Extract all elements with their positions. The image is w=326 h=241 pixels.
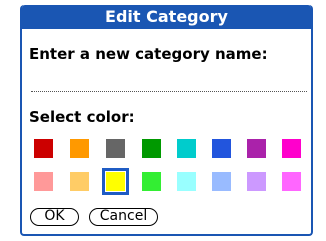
ok-button[interactable]: OK [30, 208, 79, 226]
color-swatch-purple[interactable] [247, 139, 266, 158]
color-swatch-cyan[interactable] [177, 139, 196, 158]
category-name-prompt: Enter a new category name: [29, 45, 268, 63]
color-swatch-orange[interactable] [70, 139, 89, 158]
color-swatch-light-green[interactable] [142, 172, 161, 191]
color-swatch-blue[interactable] [212, 139, 231, 158]
color-swatch-gray[interactable] [106, 139, 125, 158]
color-swatch-light-cyan[interactable] [177, 172, 196, 191]
color-swatch-red[interactable] [34, 139, 53, 158]
color-swatch-green[interactable] [142, 139, 161, 158]
category-name-field[interactable] [31, 91, 307, 92]
edit-category-dialog: Edit Category Enter a new category name:… [20, 5, 313, 236]
color-swatch-light-red[interactable] [34, 172, 53, 191]
color-swatch-magenta[interactable] [282, 139, 301, 158]
color-swatch-lavender[interactable] [247, 172, 266, 191]
cancel-button[interactable]: Cancel [89, 208, 158, 226]
color-swatch-light-orange[interactable] [70, 172, 89, 191]
color-swatch-pink[interactable] [282, 172, 301, 191]
select-color-label: Select color: [29, 108, 135, 126]
color-swatch-yellow[interactable] [106, 172, 125, 191]
color-swatch-light-blue[interactable] [212, 172, 231, 191]
dialog-title: Edit Category [22, 5, 311, 29]
